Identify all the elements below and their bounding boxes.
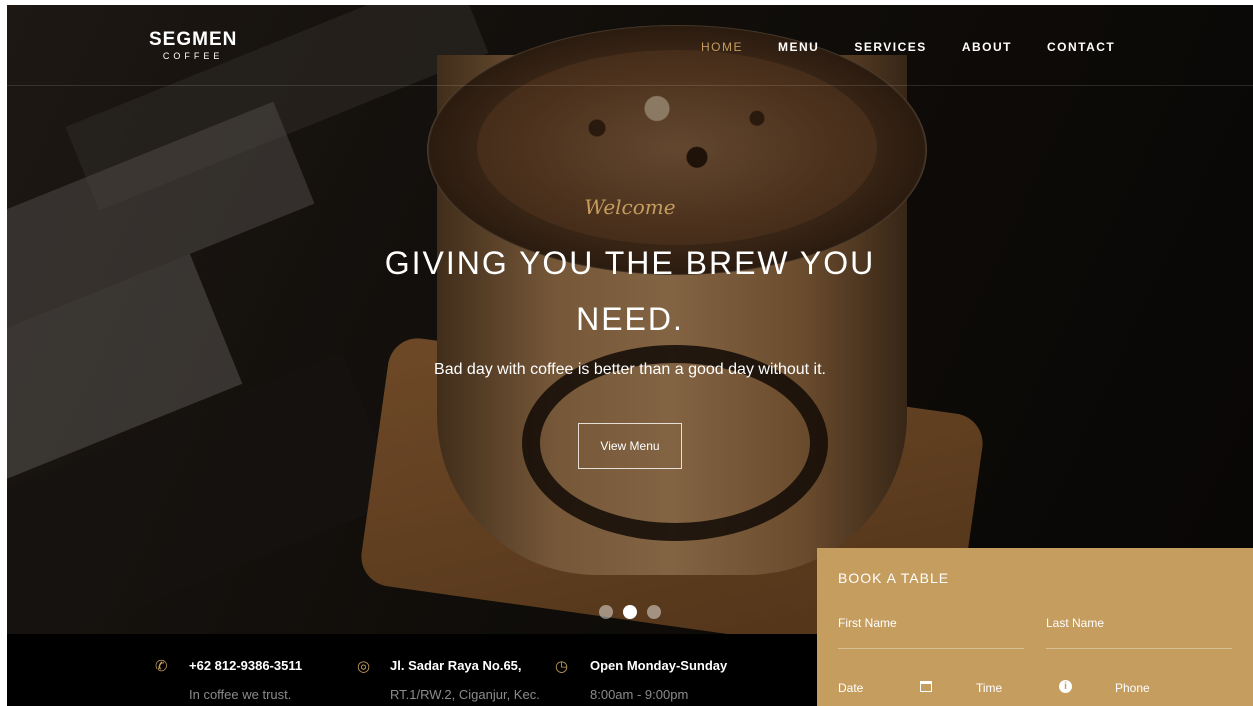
slider-dot[interactable]: [647, 605, 661, 619]
phone-field[interactable]: Phone: [1115, 681, 1150, 695]
hero-section: SEGMEN COFFEE HOME MENU SERVICES ABOUT C…: [7, 5, 1253, 634]
location-icon: ◎: [357, 658, 371, 675]
nav-about[interactable]: ABOUT: [962, 40, 1012, 54]
nav-services[interactable]: SERVICES: [854, 40, 926, 54]
slider-dot-active[interactable]: [623, 605, 637, 619]
nav-menu: HOME MENU SERVICES ABOUT CONTACT: [701, 40, 1115, 54]
hours-title: Open Monday-Sunday: [590, 658, 728, 673]
nav-home[interactable]: HOME: [701, 40, 743, 54]
date-field[interactable]: Date: [838, 681, 863, 695]
info-bar: ✆ +62 812-9386-3511 In coffee we trust. …: [7, 634, 817, 706]
phone-detail: In coffee we trust.: [189, 687, 292, 702]
info-icon[interactable]: i: [1059, 680, 1072, 693]
book-table-panel: BOOK A TABLE First Name Last Name Date T…: [817, 548, 1253, 706]
view-menu-button[interactable]: View Menu: [578, 423, 682, 469]
time-field[interactable]: Time: [976, 681, 1002, 695]
nav-contact[interactable]: CONTACT: [1047, 40, 1115, 54]
last-name-field[interactable]: Last Name: [1046, 616, 1104, 630]
welcome-script: Welcome: [584, 195, 676, 219]
hours-detail: 8:00am - 9:00pm: [590, 687, 689, 702]
phone-icon: ✆: [155, 658, 168, 675]
first-name-underline: [838, 648, 1024, 649]
nav-menu-link[interactable]: MENU: [778, 40, 819, 54]
phone-number[interactable]: +62 812-9386-3511: [189, 658, 302, 673]
page-frame: SEGMEN COFFEE HOME MENU SERVICES ABOUT C…: [7, 5, 1253, 706]
slider-dot[interactable]: [599, 605, 613, 619]
hero-headline: GIVING YOU THE BREW YOU NEED.: [384, 245, 876, 337]
brand-subtitle: COFFEE: [162, 51, 224, 61]
last-name-underline: [1046, 648, 1232, 649]
brand-logo[interactable]: SEGMEN COFFEE: [149, 30, 237, 62]
clock-icon: ◷: [555, 658, 569, 675]
top-navigation: SEGMEN COFFEE HOME MENU SERVICES ABOUT C…: [7, 5, 1253, 86]
address-line-1: Jl. Sadar Raya No.65,: [390, 658, 522, 673]
first-name-field[interactable]: First Name: [838, 616, 897, 630]
slider-dots: [599, 605, 661, 619]
address-line-2: RT.1/RW.2, Ciganjur, Kec.: [390, 687, 540, 702]
book-table-title: BOOK A TABLE: [838, 570, 950, 586]
hero-subtitle: Bad day with coffee is better than a goo…: [434, 361, 826, 378]
brand-name: SEGMEN: [149, 29, 238, 50]
calendar-icon[interactable]: [920, 681, 932, 692]
